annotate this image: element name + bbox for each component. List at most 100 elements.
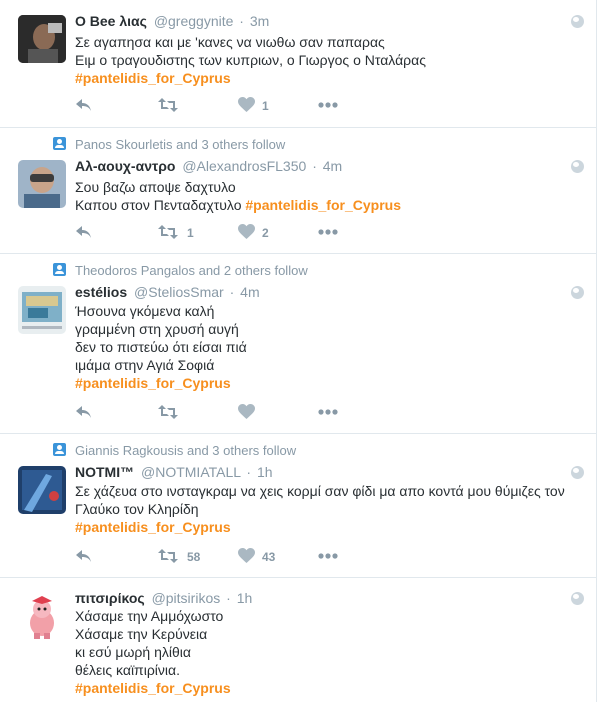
like-icon[interactable] bbox=[238, 224, 255, 242]
avatar[interactable] bbox=[18, 286, 66, 334]
retweet-icon[interactable] bbox=[158, 224, 178, 242]
username[interactable]: @SteliosSmar bbox=[134, 284, 224, 300]
hashtag-link[interactable]: #pantelidis_for_Cyprus bbox=[75, 69, 580, 87]
more-icon[interactable] bbox=[318, 548, 338, 566]
tweet-text-line: γραμμένη στη χρυσή αυγή bbox=[75, 321, 239, 337]
globe-icon bbox=[571, 160, 584, 173]
username[interactable]: @pitsirikos bbox=[152, 590, 221, 606]
timestamp[interactable]: 1h bbox=[257, 464, 273, 480]
tweet[interactable]: πιτσιρίκος @pitsirikos · 1h Χάσαμε την Α… bbox=[0, 578, 597, 702]
tweet-text-line: Χάσαμε την Κερύνεια bbox=[75, 626, 208, 642]
hashtag-link[interactable]: #pantelidis_for_Cyprus bbox=[75, 518, 580, 536]
tweet-header: Ο Bee λιας @greggynite · 3m bbox=[75, 13, 269, 29]
tweet[interactable]: Ο Bee λιας @greggynite · 3m Σε αγαπησα κ… bbox=[0, 0, 597, 128]
tweet-text-line: Γλαύκο τον Κληρίδη bbox=[75, 501, 199, 517]
tweet-text-line: Καπου στον Πενταδαχτυλο #pantelidis_for_… bbox=[75, 196, 580, 214]
tweet-actions: 58 43 bbox=[75, 548, 375, 566]
follow-context-text[interactable]: Panos Skourletis and 3 others follow bbox=[75, 137, 285, 152]
retweet-count: 58 bbox=[187, 550, 201, 564]
avatar-image bbox=[18, 593, 66, 641]
avatar[interactable] bbox=[18, 593, 66, 641]
username[interactable]: @NOTMIATALL bbox=[141, 464, 241, 480]
tweet-header: πιτσιρίκος @pitsirikos · 1h bbox=[75, 590, 252, 606]
tweet-text-line: Σε χάζευα στο ινσταγκραμ να χεις κορμί σ… bbox=[75, 483, 565, 499]
separator-dot: · bbox=[312, 158, 317, 174]
tweet-text-line: θέλεις καϊπιρίνια. bbox=[75, 662, 180, 678]
tweet-actions: 1 bbox=[75, 97, 375, 115]
avatar-image bbox=[18, 286, 66, 334]
retweet-icon[interactable] bbox=[158, 97, 178, 115]
avatar-image bbox=[18, 160, 66, 208]
like-count: 2 bbox=[262, 226, 269, 240]
timestamp[interactable]: 4m bbox=[323, 158, 342, 174]
username[interactable]: @AlexandrosFL350 bbox=[182, 158, 306, 174]
tweet-text-line: Ειμ ο τραγουδιστης των κυπριων, ο Γιωργο… bbox=[75, 52, 426, 68]
tweet-text-line: ιμάμα στην Αγιά Σοφιά bbox=[75, 357, 215, 373]
like-icon[interactable] bbox=[238, 404, 255, 422]
tweet-actions bbox=[75, 404, 375, 422]
avatar[interactable] bbox=[18, 160, 66, 208]
username[interactable]: @greggynite bbox=[154, 13, 234, 29]
reply-icon[interactable] bbox=[75, 404, 93, 422]
tweet-text: Σε χάζευα στο ινσταγκραμ να χεις κορμί σ… bbox=[75, 482, 580, 536]
retweet-icon[interactable] bbox=[158, 548, 178, 566]
avatar[interactable] bbox=[18, 15, 66, 63]
fullname[interactable]: Αλ-αουχ-αντρο bbox=[75, 158, 175, 174]
hashtag-link[interactable]: #pantelidis_for_Cyprus bbox=[245, 197, 401, 213]
separator-dot: · bbox=[226, 590, 231, 606]
like-icon[interactable] bbox=[238, 97, 255, 115]
like-icon[interactable] bbox=[238, 548, 255, 566]
like-count: 1 bbox=[262, 99, 269, 113]
tweet-text-prefix: Καπου στον Πενταδαχτυλο bbox=[75, 197, 246, 213]
tweet[interactable]: Giannis Ragkousis and 3 others follow NO… bbox=[0, 434, 597, 578]
tweet-text-line: δεν το πιστεύω ότι είσαι πιά bbox=[75, 339, 247, 355]
more-icon[interactable] bbox=[318, 97, 338, 115]
globe-icon bbox=[571, 466, 584, 479]
separator-dot: · bbox=[246, 464, 252, 480]
tweet-text: Σε αγαπησα και με 'κανες να νιωθω σαν πα… bbox=[75, 33, 580, 87]
tweet[interactable]: Theodoros Pangalos and 2 others follow e… bbox=[0, 254, 597, 434]
fullname[interactable]: πιτσιρίκος bbox=[75, 590, 145, 606]
follow-context-icon bbox=[53, 443, 66, 456]
more-icon[interactable] bbox=[318, 404, 338, 422]
tweet-text-line: Ήσουνα γκόμενα καλή bbox=[75, 303, 215, 319]
follow-context-icon bbox=[53, 263, 66, 276]
globe-icon bbox=[571, 15, 584, 28]
avatar-image bbox=[18, 466, 66, 514]
separator-dot: · bbox=[229, 284, 235, 300]
timestamp[interactable]: 1h bbox=[237, 590, 253, 606]
tweet-text-line: Χάσαμε την Αμμόχωστο bbox=[75, 608, 224, 624]
tweet-text-line: κι εσύ μωρή ηλίθια bbox=[75, 644, 191, 660]
tweet-text-line: Σου βαζω αποψε δαχτυλο bbox=[75, 179, 236, 195]
timestamp[interactable]: 4m bbox=[240, 284, 259, 300]
more-icon[interactable] bbox=[318, 224, 338, 242]
timestamp[interactable]: 3m bbox=[250, 13, 269, 29]
reply-icon[interactable] bbox=[75, 97, 93, 115]
reply-icon[interactable] bbox=[75, 224, 93, 242]
reply-icon[interactable] bbox=[75, 548, 93, 566]
tweet-header: NOTMI™ @NOTMIATALL · 1h bbox=[75, 464, 273, 480]
like-count: 43 bbox=[262, 550, 276, 564]
tweet-actions: 1 2 bbox=[75, 224, 375, 242]
hashtag-link[interactable]: #pantelidis_for_Cyprus bbox=[75, 374, 580, 392]
fullname[interactable]: estélios bbox=[75, 284, 127, 300]
tweet-header: estélios @SteliosSmar · 4m bbox=[75, 284, 260, 300]
globe-icon bbox=[571, 286, 584, 299]
follow-context-text[interactable]: Giannis Ragkousis and 3 others follow bbox=[75, 443, 296, 458]
follow-context-icon bbox=[53, 137, 66, 150]
follow-context-text[interactable]: Theodoros Pangalos and 2 others follow bbox=[75, 263, 308, 278]
tweet-text: Ήσουνα γκόμενα καλή γραμμένη στη χρυσή α… bbox=[75, 302, 580, 392]
tweet[interactable]: Panos Skourletis and 3 others follow Αλ-… bbox=[0, 128, 597, 254]
globe-icon bbox=[571, 592, 584, 605]
tweet-text-line: Σε αγαπησα και με 'κανες να νιωθω σαν πα… bbox=[75, 34, 385, 50]
hashtag-link[interactable]: #pantelidis_for_Cyprus bbox=[75, 679, 580, 697]
avatar-image bbox=[18, 15, 66, 63]
fullname[interactable]: Ο Bee λιας bbox=[75, 13, 147, 29]
avatar[interactable] bbox=[18, 466, 66, 514]
timeline: Ο Bee λιας @greggynite · 3m Σε αγαπησα κ… bbox=[0, 0, 598, 702]
tweet-text: Χάσαμε την Αμμόχωστο Χάσαμε την Κερύνεια… bbox=[75, 607, 580, 697]
separator-dot: · bbox=[239, 13, 244, 29]
retweet-icon[interactable] bbox=[158, 404, 178, 422]
tweet-header: Αλ-αουχ-αντρο @AlexandrosFL350 · 4m bbox=[75, 158, 342, 174]
fullname[interactable]: NOTMI™ bbox=[75, 464, 134, 480]
